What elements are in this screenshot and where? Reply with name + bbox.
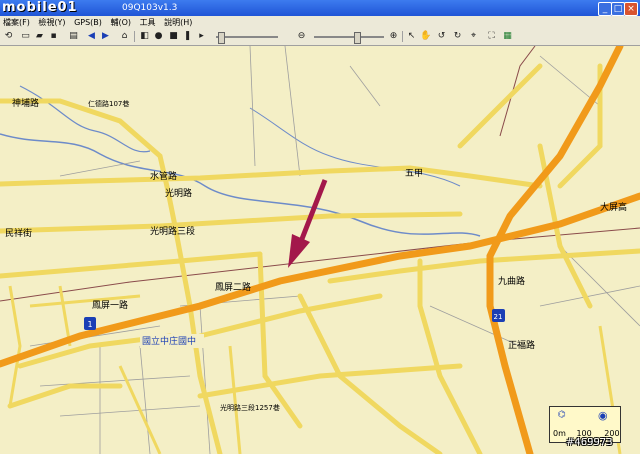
svg-text:1: 1 (87, 320, 92, 329)
road-label: 九曲路 (498, 275, 525, 287)
title-bar: mobile01 09Q103v1.3 _ □ × (0, 0, 640, 16)
rotate-right-icon[interactable]: ↻ (452, 31, 463, 42)
road-label: 五甲 (405, 168, 423, 179)
menu-gps[interactable]: GPS(B) (71, 16, 105, 29)
watermark: #469973 (566, 437, 613, 448)
map-canvas[interactable]: 1 21 國立中庄國中 神埔路 仁德路107巷 水管路 光明路 光明路三段 民祥… (0, 46, 640, 454)
print-icon[interactable]: ▤ (68, 31, 79, 42)
highway-shield-21: 21 (492, 309, 505, 322)
site-logo: mobile01 (2, 0, 78, 15)
road-label: 正福路 (508, 339, 535, 351)
compass-icon[interactable]: ◉ (598, 409, 608, 422)
window-title: 09Q103v1.3 (122, 3, 178, 13)
svg-text:21: 21 (494, 313, 503, 321)
step-icon[interactable]: ▸ (196, 31, 207, 42)
arrow-left-icon[interactable]: ◀ (86, 31, 97, 42)
road-label: 鳳屏一路 (92, 299, 128, 311)
close-button[interactable]: × (624, 2, 638, 16)
road-label: 光明路三段 (150, 225, 195, 237)
playback-slider-thumb[interactable] (218, 32, 225, 44)
zoom-slider-thumb[interactable] (354, 32, 361, 44)
road-label: 民祥街 (5, 227, 32, 239)
toolbar: ⟲ ▭ ▰ ▪ ▤ ◀ ▶ ⌂ ◧ ● ■ ❚ ▸ ⊖ ⊕ ↖ ✋ ↺ ↻ ⌖ … (0, 29, 640, 46)
fullscreen-icon[interactable]: ⛶ (486, 31, 497, 42)
open-folder-icon[interactable]: ▰ (34, 31, 45, 42)
menu-aux[interactable]: 輔(O) (107, 16, 134, 29)
road-label: 神埔路 (12, 97, 39, 109)
school-label: 國立中庄國中 (142, 335, 196, 347)
rotate-left-icon[interactable]: ↺ (436, 31, 447, 42)
road-label: 鳳屏二路 (215, 281, 251, 293)
layer-icon[interactable]: ◧ (139, 31, 150, 42)
stop-icon[interactable]: ■ (168, 31, 179, 42)
pointer-icon[interactable]: ↖ (406, 31, 417, 42)
zoom-in-icon[interactable]: ⊕ (388, 31, 399, 42)
map-view-icon[interactable]: ▦ (502, 31, 513, 42)
menu-bar: 檔案(F) 檢視(Y) GPS(B) 輔(O) 工具 說明(H) (0, 16, 640, 29)
road-label: 仁德路107巷 (88, 99, 129, 108)
zoom-out-icon[interactable]: ⊖ (296, 31, 307, 42)
arrow-right-icon[interactable]: ▶ (100, 31, 111, 42)
road-label: 光明路 (165, 187, 192, 199)
back-icon[interactable]: ⟲ (3, 31, 14, 42)
maximize-button[interactable]: □ (611, 2, 625, 16)
zoom-slider[interactable] (314, 36, 384, 38)
minimize-button[interactable]: _ (598, 2, 612, 16)
toolbar-separator (402, 31, 403, 42)
menu-view[interactable]: 檢視(Y) (35, 16, 68, 29)
hand-pan-icon[interactable]: ✋ (420, 31, 431, 42)
pause-icon[interactable]: ❚ (182, 31, 193, 42)
new-file-icon[interactable]: ▭ (20, 31, 31, 42)
menu-help[interactable]: 說明(H) (161, 16, 195, 29)
route-icon[interactable]: ⌂ (119, 31, 130, 42)
road-label: 光明路三段1257巷 (220, 403, 280, 412)
road-label: 大屏高 (600, 201, 627, 213)
menu-tools[interactable]: 工具 (137, 16, 159, 29)
playback-slider[interactable] (216, 36, 278, 38)
record-icon[interactable]: ● (153, 31, 164, 42)
toolbar-separator (134, 31, 135, 42)
north-indicator-icon: ⌬ (558, 410, 566, 420)
measure-icon[interactable]: ⌖ (468, 31, 479, 42)
save-icon[interactable]: ▪ (48, 31, 59, 42)
menu-file[interactable]: 檔案(F) (0, 16, 33, 29)
highway-shield-1: 1 (84, 317, 96, 330)
road-label: 水管路 (150, 170, 177, 182)
